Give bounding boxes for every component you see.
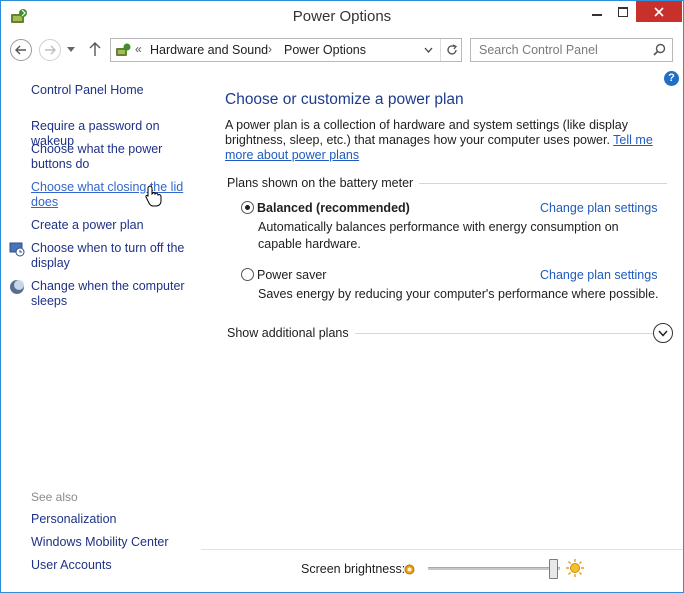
dim-brightness-icon	[404, 564, 415, 575]
balanced-plan-name[interactable]: Balanced (recommended)	[257, 201, 410, 215]
navigation-bar: « Hardware and Sound › Power Options	[1, 35, 683, 65]
breadcrumb-overflow[interactable]: «	[135, 42, 142, 56]
search-icon[interactable]	[653, 43, 666, 56]
personalization-link[interactable]: Personalization	[31, 512, 201, 527]
chevron-down-icon	[658, 330, 668, 337]
back-arrow-icon	[15, 45, 26, 55]
balanced-plan-radio[interactable]	[241, 201, 254, 214]
choose-closing-lid-link[interactable]: Choose what closing the lid does	[31, 180, 191, 210]
main-content: Choose or customize a power plan A power…	[201, 65, 683, 545]
screen-brightness-label: Screen brightness:	[301, 562, 406, 576]
address-dropdown-button[interactable]	[417, 39, 439, 61]
address-bar[interactable]: « Hardware and Sound › Power Options	[110, 38, 462, 62]
balanced-plan-description: Automatically balances performance with …	[258, 220, 619, 251]
back-button[interactable]	[10, 39, 32, 61]
window-title: Power Options	[292, 8, 392, 25]
create-power-plan-link[interactable]: Create a power plan	[31, 218, 201, 233]
maximize-icon	[618, 6, 628, 17]
search-input[interactable]	[471, 39, 651, 61]
intro-body: A power plan is a collection of hardware…	[225, 118, 628, 147]
close-button[interactable]	[636, 1, 682, 22]
hand-cursor-icon	[145, 185, 162, 207]
breadcrumb-separator-icon[interactable]: ›	[268, 42, 272, 56]
brightness-slider-track[interactable]	[428, 567, 560, 570]
show-additional-plans-button[interactable]	[653, 323, 673, 343]
breadcrumb-power-options[interactable]: Power Options	[284, 43, 366, 57]
show-additional-plans-label[interactable]: Show additional plans	[227, 326, 355, 340]
control-panel-icon	[116, 43, 131, 56]
minimize-button[interactable]	[584, 1, 610, 22]
left-task-pane: Control Panel Home Require a password on…	[1, 65, 201, 593]
refresh-button[interactable]	[440, 39, 462, 61]
plans-group-label: Plans shown on the battery meter	[227, 176, 420, 190]
sleep-moon-icon	[10, 280, 24, 294]
forward-button[interactable]	[39, 39, 61, 61]
maximize-button[interactable]	[610, 1, 636, 22]
title-bar: Power Options	[1, 1, 683, 31]
chevron-down-icon	[424, 47, 432, 53]
minimize-icon	[592, 13, 602, 16]
brightness-slider-thumb[interactable]	[548, 559, 558, 579]
see-also-label: See also	[31, 490, 78, 504]
change-computer-sleeps-link[interactable]: Change when the computer sleeps	[31, 279, 191, 309]
control-panel-home-link[interactable]: Control Panel Home	[31, 83, 201, 98]
forward-arrow-icon	[45, 45, 56, 55]
close-icon	[654, 6, 664, 17]
power-saver-plan-name[interactable]: Power saver	[257, 268, 326, 282]
balanced-change-plan-settings-link[interactable]: Change plan settings	[540, 201, 657, 215]
power-saver-plan-description: Saves energy by reducing your computer's…	[258, 287, 659, 301]
bright-sun-icon	[566, 559, 584, 577]
power-saver-change-plan-settings-link[interactable]: Change plan settings	[540, 268, 657, 282]
intro-text: A power plan is a collection of hardware…	[225, 118, 677, 163]
breadcrumb-hardware-and-sound[interactable]: Hardware and Sound	[150, 43, 268, 57]
search-box[interactable]	[470, 38, 673, 62]
refresh-icon	[446, 44, 457, 55]
display-clock-icon	[9, 242, 25, 257]
power-options-window: Power Options « Hardware and Sound › Pow…	[0, 0, 684, 593]
recent-locations-chevron-icon[interactable]	[67, 47, 75, 52]
page-heading: Choose or customize a power plan	[225, 91, 464, 108]
power-saver-plan-radio[interactable]	[241, 268, 254, 281]
bottom-divider	[201, 549, 683, 550]
additional-plans-divider	[349, 333, 653, 334]
choose-turn-off-display-link[interactable]: Choose when to turn off the display	[31, 241, 191, 271]
user-accounts-link[interactable]: User Accounts	[31, 558, 201, 573]
choose-power-buttons-link[interactable]: Choose what the power buttons do	[31, 142, 171, 172]
windows-mobility-center-link[interactable]: Windows Mobility Center	[31, 535, 201, 550]
up-arrow-icon[interactable]	[89, 42, 101, 56]
